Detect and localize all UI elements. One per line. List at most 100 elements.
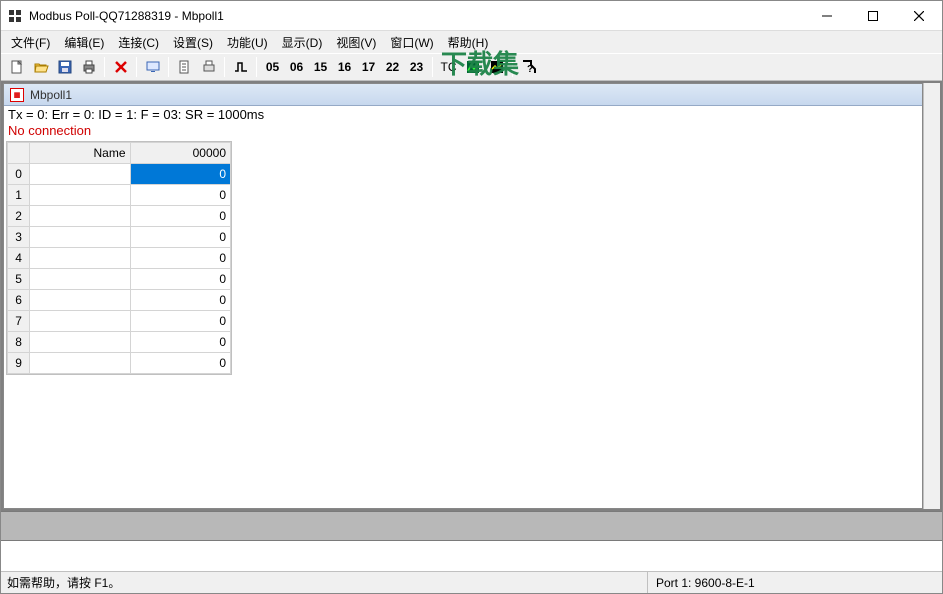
menu-file[interactable]: 文件(F)	[5, 32, 56, 53]
toolbar: 05 06 15 16 17 22 23 TC ? 下载集 ↓xzji.com	[1, 53, 942, 81]
title-bar: Modbus Poll-QQ71288319 - Mbpoll1	[1, 1, 942, 31]
row-header[interactable]: 9	[8, 353, 30, 374]
cell-value[interactable]: 0	[130, 248, 230, 269]
grid-row[interactable]: 10	[8, 185, 231, 206]
maximize-button[interactable]	[850, 1, 896, 30]
cell-value[interactable]: 0	[130, 206, 230, 227]
open-button[interactable]	[29, 56, 52, 78]
cell-name[interactable]	[30, 353, 130, 374]
new-button[interactable]	[5, 56, 28, 78]
func-22-button[interactable]: 22	[381, 56, 404, 78]
menu-settings[interactable]: 设置(S)	[167, 32, 219, 53]
menu-display[interactable]: 显示(D)	[276, 32, 329, 53]
help-button[interactable]: ?	[517, 56, 540, 78]
cell-name[interactable]	[30, 185, 130, 206]
grid-row[interactable]: 40	[8, 248, 231, 269]
cell-value[interactable]: 0	[130, 227, 230, 248]
grid-row[interactable]: 80	[8, 332, 231, 353]
row-header[interactable]: 8	[8, 332, 30, 353]
cell-value[interactable]: 0	[130, 290, 230, 311]
monitor-button[interactable]	[141, 56, 164, 78]
app-icon	[7, 8, 23, 24]
cell-value[interactable]: 0	[130, 311, 230, 332]
func-05-button[interactable]: 05	[261, 56, 284, 78]
menu-view[interactable]: 视图(V)	[330, 32, 382, 53]
row-header[interactable]: 7	[8, 311, 30, 332]
menu-function[interactable]: 功能(U)	[221, 32, 274, 53]
svg-text:?: ?	[527, 64, 533, 75]
row-header[interactable]: 3	[8, 227, 30, 248]
tx-status: Tx = 0: Err = 0: ID = 1: F = 03: SR = 10…	[6, 107, 920, 123]
cell-name[interactable]	[30, 227, 130, 248]
grid-row[interactable]: 30	[8, 227, 231, 248]
delete-button[interactable]	[109, 56, 132, 78]
mdi-area: ▦ Mbpoll1 Tx = 0: Err = 0: ID = 1: F = 0…	[1, 81, 942, 511]
window-title: Modbus Poll-QQ71288319 - Mbpoll1	[29, 9, 804, 23]
pulse-button[interactable]	[229, 56, 252, 78]
func-23-button[interactable]: 23	[405, 56, 428, 78]
menu-edit[interactable]: 编辑(E)	[58, 32, 110, 53]
menu-help[interactable]: 帮助(H)	[442, 32, 495, 53]
child-title: Mbpoll1	[30, 88, 72, 102]
col-header-name[interactable]: Name	[30, 143, 130, 164]
row-header[interactable]: 2	[8, 206, 30, 227]
document-icon: ▦	[10, 88, 24, 102]
col-header-value[interactable]: 00000	[130, 143, 230, 164]
cell-name[interactable]	[30, 206, 130, 227]
row-header[interactable]: 4	[8, 248, 30, 269]
cell-name[interactable]	[30, 332, 130, 353]
row-header[interactable]: 0	[8, 164, 30, 185]
func-06-button[interactable]: 06	[285, 56, 308, 78]
minimize-button[interactable]	[804, 1, 850, 30]
row-header[interactable]: 6	[8, 290, 30, 311]
bottom-bar-dark	[1, 511, 942, 541]
func-17-button[interactable]: 17	[357, 56, 380, 78]
cell-value[interactable]: 0	[130, 164, 230, 185]
vertical-scrollbar[interactable]	[923, 83, 940, 509]
child-title-bar[interactable]: ▦ Mbpoll1	[4, 84, 922, 106]
row-header[interactable]: 5	[8, 269, 30, 290]
monitor-screen-button[interactable]	[485, 56, 508, 78]
func-15-button[interactable]: 15	[309, 56, 332, 78]
cell-name[interactable]	[30, 269, 130, 290]
grid-corner[interactable]	[8, 143, 30, 164]
connection-status: No connection	[6, 123, 920, 139]
menu-connect[interactable]: 连接(C)	[112, 32, 165, 53]
func-16-button[interactable]: 16	[333, 56, 356, 78]
application-window: Modbus Poll-QQ71288319 - Mbpoll1 文件(F) 编…	[0, 0, 943, 594]
grid-row[interactable]: 50	[8, 269, 231, 290]
status-bar: 如需帮助，请按 F1。 Port 1: 9600-8-E-1	[1, 571, 942, 593]
cell-value[interactable]: 0	[130, 185, 230, 206]
tc-button[interactable]: TC	[437, 56, 460, 78]
toolbar-separator	[136, 57, 137, 77]
cell-name[interactable]	[30, 248, 130, 269]
cell-name[interactable]	[30, 311, 130, 332]
cell-value[interactable]: 0	[130, 353, 230, 374]
toolbar-separator	[224, 57, 225, 77]
status-port: Port 1: 9600-8-E-1	[647, 572, 763, 593]
cell-name[interactable]	[30, 164, 130, 185]
toolbar-separator	[432, 57, 433, 77]
bottom-bar-light	[1, 541, 942, 571]
menu-bar: 文件(F) 编辑(E) 连接(C) 设置(S) 功能(U) 显示(D) 视图(V…	[1, 31, 942, 53]
grid-row[interactable]: 70	[8, 311, 231, 332]
grid-row[interactable]: 20	[8, 206, 231, 227]
row-header[interactable]: 1	[8, 185, 30, 206]
print-button[interactable]	[77, 56, 100, 78]
data-grid[interactable]: Name 00000 00102030405060708090	[6, 141, 232, 375]
grid-row[interactable]: 00	[8, 164, 231, 185]
grid-row[interactable]: 90	[8, 353, 231, 374]
toolbar-separator	[512, 57, 513, 77]
grid-row[interactable]: 60	[8, 290, 231, 311]
cell-name[interactable]	[30, 290, 130, 311]
menu-window[interactable]: 窗口(W)	[384, 32, 439, 53]
chart-button[interactable]	[461, 56, 484, 78]
close-button[interactable]	[896, 1, 942, 30]
write-button[interactable]	[197, 56, 220, 78]
read-button[interactable]	[173, 56, 196, 78]
child-window: ▦ Mbpoll1 Tx = 0: Err = 0: ID = 1: F = 0…	[3, 83, 923, 509]
save-button[interactable]	[53, 56, 76, 78]
cell-value[interactable]: 0	[130, 269, 230, 290]
cell-value[interactable]: 0	[130, 332, 230, 353]
toolbar-separator	[168, 57, 169, 77]
